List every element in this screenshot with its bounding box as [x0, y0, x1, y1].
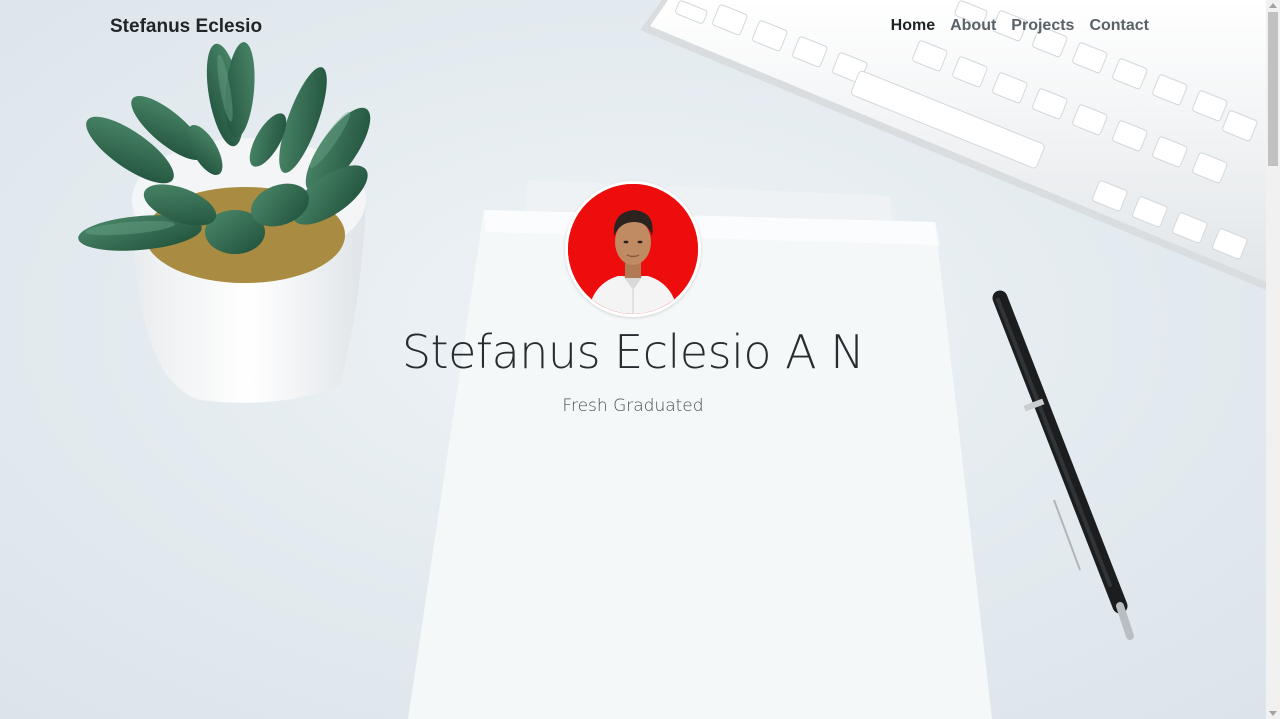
- nav-link-projects[interactable]: Projects: [1011, 17, 1074, 34]
- scroll-up-icon[interactable]: [1269, 3, 1277, 8]
- page: Stefanus Eclesio Home About Projects Con…: [0, 0, 1280, 719]
- profile-photo-icon: [568, 184, 698, 314]
- nav-link-home[interactable]: Home: [891, 17, 935, 34]
- nav-item-contact: Contact: [1089, 17, 1149, 35]
- nav-item-projects: Projects: [1011, 17, 1074, 35]
- hero-role: Fresh Graduated: [562, 396, 704, 416]
- nav-link-contact[interactable]: Contact: [1089, 17, 1149, 34]
- nav-menu: Home About Projects Contact: [891, 17, 1149, 35]
- hero-name: Stefanus Eclesio A N: [401, 325, 865, 379]
- brand-link[interactable]: Stefanus Eclesio: [110, 16, 262, 38]
- nav-link-about[interactable]: About: [950, 17, 996, 34]
- nav-item-about: About: [950, 17, 996, 35]
- page-scrollbar[interactable]: [1266, 0, 1280, 719]
- scroll-down-icon[interactable]: [1269, 711, 1277, 716]
- nav-item-home: Home: [891, 17, 935, 35]
- scrollbar-thumb[interactable]: [1268, 12, 1278, 166]
- profile-avatar: [565, 181, 701, 317]
- navbar: Stefanus Eclesio Home About Projects Con…: [0, 0, 1266, 54]
